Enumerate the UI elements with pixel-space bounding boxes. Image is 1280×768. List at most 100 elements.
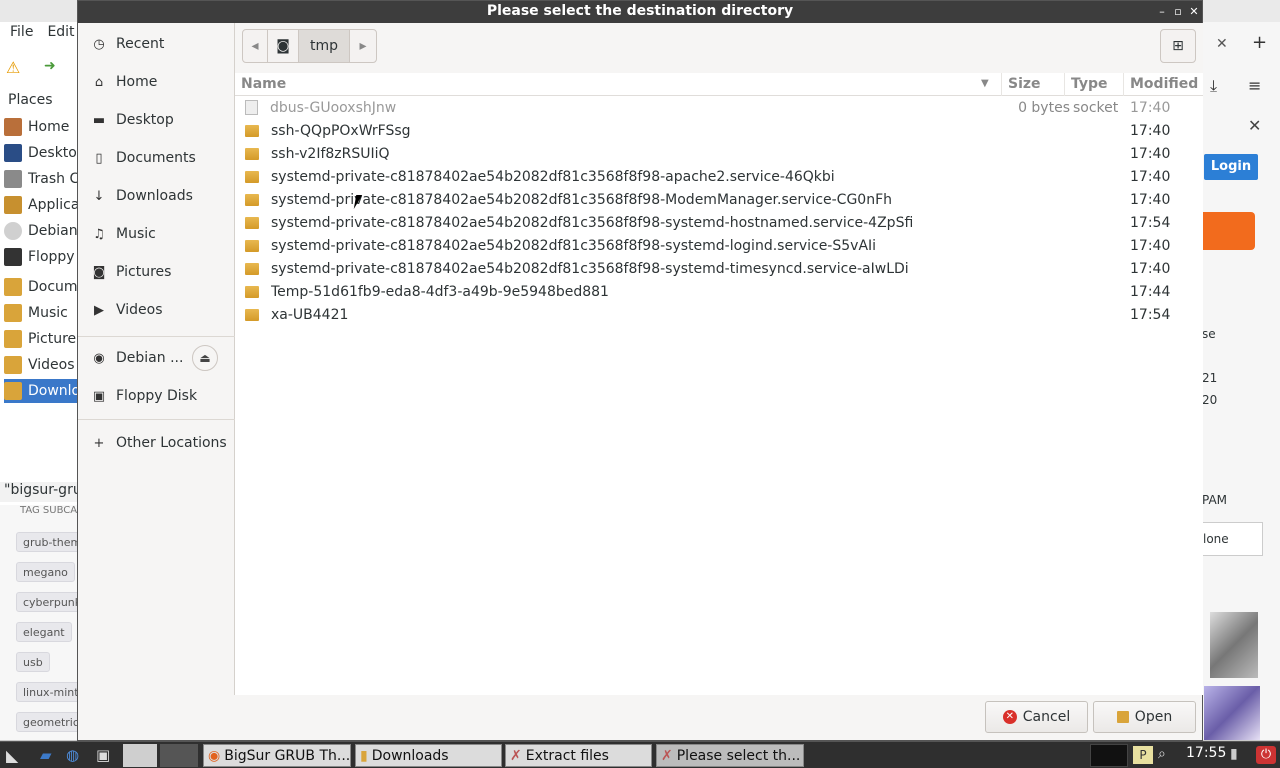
file-icon	[245, 100, 258, 115]
file-modified: 17:44	[1130, 283, 1171, 300]
file-row[interactable]: systemd-private-c81878402ae54b2082df81c3…	[235, 165, 1203, 188]
sidebar-item-floppy[interactable]: ▣ Floppy Disk	[78, 377, 235, 415]
open-button[interactable]: Open	[1093, 701, 1196, 733]
notes-icon[interactable]: P	[1133, 746, 1153, 764]
sidebar-item-home[interactable]: ⌂ Home	[78, 63, 235, 101]
new-tab-icon[interactable]: +	[1252, 32, 1267, 53]
bg-place-downloads[interactable]: Downlo	[4, 379, 80, 403]
taskbar-item-browser[interactable]: ◉ BigSur GRUB Th...	[203, 744, 351, 767]
file-row[interactable]: systemd-private-c81878402ae54b2082df81c3…	[235, 257, 1203, 280]
browser-icon[interactable]: ◍	[66, 746, 86, 764]
file-modified: 17:40	[1130, 168, 1171, 185]
battery-icon[interactable]: ▮	[1230, 746, 1250, 764]
file-row[interactable]: xa-UB4421 17:54	[235, 303, 1203, 326]
column-type[interactable]: Type	[1065, 73, 1124, 96]
power-icon[interactable]: ⏻	[1256, 746, 1276, 764]
bg-place-home[interactable]: Home	[4, 115, 80, 139]
column-modified[interactable]: Modified	[1124, 73, 1203, 96]
bg-place-pictures[interactable]: Picture	[4, 327, 80, 351]
clock[interactable]: 17:55	[1186, 745, 1226, 761]
archiver-icon[interactable]	[123, 744, 157, 767]
folder-icon	[245, 216, 259, 229]
disc-icon: ◉	[93, 350, 105, 366]
new-folder-icon[interactable]: ⊞	[1160, 29, 1196, 63]
taskbar-item-extract[interactable]: ✗ Extract files	[505, 744, 652, 767]
file-row[interactable]: dbus-GUooxshJnw 0 bytes socket 17:40	[235, 96, 1203, 119]
forward-arrow-icon[interactable]: ▸	[349, 29, 377, 63]
menu-icon[interactable]: ≡	[1248, 76, 1261, 95]
sidebar-item-other-locations[interactable]: + Other Locations	[78, 424, 235, 462]
close-tab-icon[interactable]: ✕	[1216, 36, 1228, 52]
background-browser: ✕ + ⤓ ≡ ✕ Login se 21 20 PAM lone	[1200, 0, 1280, 740]
folder-icon	[245, 124, 259, 137]
bg-place-videos[interactable]: Videos	[4, 353, 80, 377]
close-icon[interactable]: ✕	[1248, 116, 1261, 135]
workspace-switcher[interactable]	[160, 744, 198, 767]
file-row[interactable]: systemd-private-c81878402ae54b2082df81c3…	[235, 188, 1203, 211]
taskbar-item-downloads[interactable]: ▮ Downloads	[355, 744, 502, 767]
file-row[interactable]: ssh-QQpPOxWrFSsg 17:40	[235, 119, 1203, 142]
tag-chip[interactable]: megano	[16, 562, 75, 582]
files-icon[interactable]: ▰	[40, 746, 60, 764]
bg-place-desktop[interactable]: Deskto	[4, 141, 80, 165]
maximize-icon[interactable]: ▫	[1170, 4, 1186, 20]
sidebar-item-pictures[interactable]: ◙ Pictures	[78, 253, 235, 291]
bg-menu-file[interactable]: File	[10, 24, 33, 46]
tag-chip[interactable]: linux-mint	[16, 682, 86, 702]
back-arrow-icon[interactable]: ◂	[242, 29, 268, 63]
sidebar-item-music[interactable]: ♫ Music	[78, 215, 235, 253]
sidebar-item-videos[interactable]: ▶ Videos	[78, 291, 235, 329]
cancel-button[interactable]: ✕ Cancel	[985, 701, 1088, 733]
plus-icon: +	[93, 435, 105, 451]
side-button[interactable]: lone	[1200, 522, 1263, 556]
bg-menu-edit[interactable]: Edit	[47, 24, 74, 46]
clock-icon: ◷	[93, 36, 105, 52]
orange-banner[interactable]	[1200, 212, 1255, 250]
folder-icon: ▮	[360, 747, 368, 764]
arrow-icon: ➜	[44, 58, 56, 74]
bg-place-documents[interactable]: Docum	[4, 275, 80, 299]
file-name: dbus-GUooxshJnw	[270, 99, 397, 116]
sidebar-item-downloads[interactable]: ↓ Downloads	[78, 177, 235, 215]
thumbnail-image[interactable]	[1204, 686, 1260, 740]
file-modified: 17:40	[1130, 145, 1171, 162]
file-row[interactable]: Temp-51d61fb9-eda8-4df3-a49b-9e5948bed88…	[235, 280, 1203, 303]
background-web-page: TAG SUBCA grub-theme megano cyberpunk el…	[0, 505, 95, 740]
sidebar-item-documents[interactable]: ▯ Documents	[78, 139, 235, 177]
bg-place-debian[interactable]: Debian	[4, 219, 80, 243]
bg-place-applications[interactable]: Applica	[4, 193, 80, 217]
start-menu-icon[interactable]: ◣	[6, 746, 26, 765]
minimize-icon[interactable]: –	[1154, 4, 1170, 20]
sidebar-item-desktop[interactable]: ▬ Desktop	[78, 101, 235, 139]
column-size[interactable]: Size	[1002, 73, 1065, 96]
file-modified: 17:40	[1130, 237, 1171, 254]
file-name: Temp-51d61fb9-eda8-4df3-a49b-9e5948bed88…	[271, 283, 609, 300]
sidebar-item-recent[interactable]: ◷ Recent	[78, 25, 235, 63]
folder-icon	[4, 382, 22, 400]
tag-chip[interactable]: usb	[16, 652, 50, 672]
archiver-icon: ✗	[510, 747, 522, 764]
video-icon: ▶	[94, 302, 104, 318]
eject-icon[interactable]: ⏏	[192, 345, 218, 371]
taskbar-item-dialog[interactable]: ✗ Please select th...	[656, 744, 804, 767]
bg-place-trash[interactable]: Trash C	[4, 167, 80, 191]
thumbnail-image[interactable]	[1210, 612, 1258, 678]
archiver-icon: ✗	[661, 747, 673, 764]
bg-place-music[interactable]: Music	[4, 301, 80, 325]
file-row[interactable]: systemd-private-c81878402ae54b2082df81c3…	[235, 211, 1203, 234]
column-name[interactable]: Name ▼	[235, 73, 1002, 96]
close-window-icon[interactable]: ✕	[1186, 4, 1202, 20]
folder-icon	[245, 308, 259, 321]
drive-icon[interactable]: ◙	[267, 29, 299, 63]
firefox-icon: ◉	[208, 747, 221, 764]
file-row[interactable]: ssh-v2If8zRSUIiQ 17:40	[235, 142, 1203, 165]
tag-chip[interactable]: elegant	[16, 622, 72, 642]
path-segment-tmp[interactable]: tmp	[298, 29, 350, 63]
login-button[interactable]: Login	[1204, 154, 1258, 180]
search-icon[interactable]: ⌕	[1158, 746, 1178, 764]
tag-chip[interactable]: geometric	[16, 712, 86, 732]
bg-place-floppy[interactable]: Floppy	[4, 245, 80, 269]
desktop-switch-icon[interactable]: ▣	[96, 746, 116, 764]
file-row[interactable]: systemd-private-c81878402ae54b2082df81c3…	[235, 234, 1203, 257]
download-icon[interactable]: ⤓	[1210, 76, 1217, 96]
